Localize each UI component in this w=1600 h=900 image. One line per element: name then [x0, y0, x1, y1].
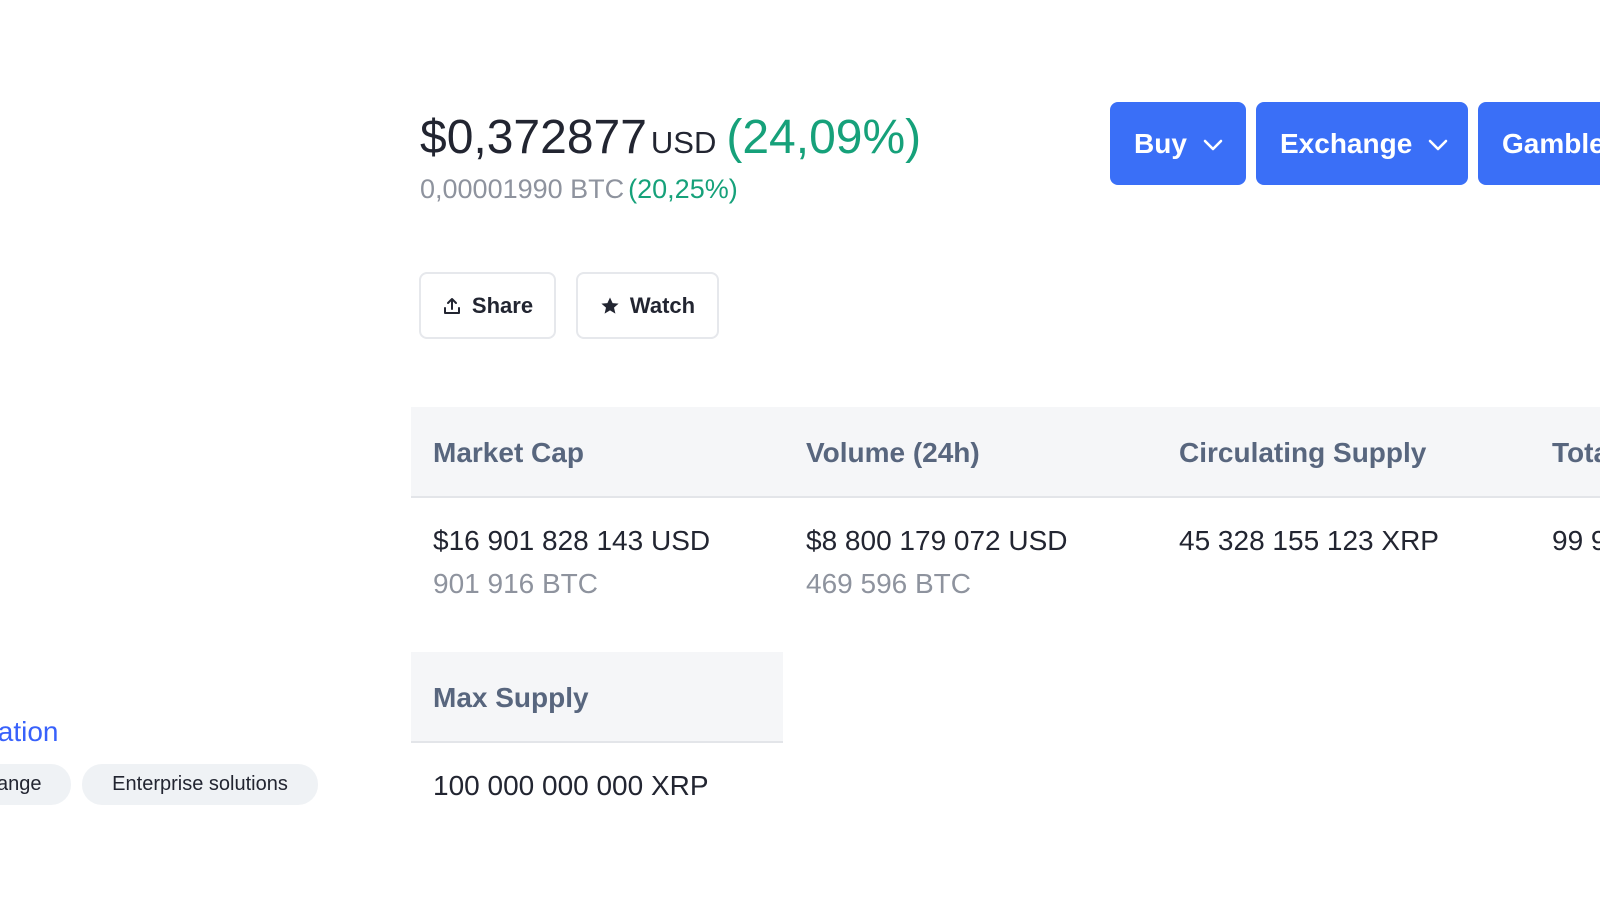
star-icon	[600, 296, 620, 316]
price-currency: USD	[650, 125, 717, 160]
circulating-supply-header: Circulating Supply	[1179, 437, 1427, 468]
share-button[interactable]: Share	[419, 272, 556, 339]
total-supply-header: Tota	[1552, 437, 1600, 468]
buy-button-label: Buy	[1134, 127, 1187, 159]
market-cap-header: Market Cap	[433, 437, 584, 468]
price-usd: $0,372877	[420, 111, 647, 164]
price-btc: 0,00001990 BTC	[420, 174, 625, 204]
tag-enterprise-solutions[interactable]: Enterprise solutions	[82, 764, 318, 805]
max-supply-header: Max Supply	[411, 652, 783, 743]
price-change-btc: (20,25%)	[628, 174, 738, 204]
watch-button-label: Watch	[629, 292, 696, 318]
volume-header: Volume (24h)	[806, 437, 980, 468]
chevron-down-icon	[1428, 126, 1448, 158]
max-supply-value: 100 000 000 000 XRP	[433, 770, 709, 801]
chevron-down-icon	[1203, 126, 1223, 158]
market-cap-btc: 901 916 BTC	[433, 568, 598, 599]
coin-detail-page: $0,372877 USD (24,09%) 0,00001990 BTC (20,2…	[0, 0, 1600, 900]
market-cap-value: $16 901 828 143 USD	[433, 525, 711, 556]
price-change-usd: (24,09%)	[726, 111, 922, 164]
tag-exchange[interactable]: ange	[0, 764, 71, 805]
volume-value: $8 800 179 072 USD	[806, 525, 1068, 556]
buy-button[interactable]: Buy	[1110, 102, 1246, 185]
price-main-row: $0,372877 USD (24,09%)	[420, 108, 921, 168]
max-supply-label: Max Supply	[433, 682, 589, 713]
share-upload-icon	[442, 296, 462, 316]
watch-button[interactable]: Watch	[576, 272, 719, 339]
circulating-supply-value: 45 328 155 123 XRP	[1179, 525, 1439, 556]
volume-btc: 469 596 BTC	[806, 568, 971, 599]
sidebar-documentation-link[interactable]: tation	[0, 716, 59, 748]
gamble-button-label: Gamble	[1502, 127, 1600, 159]
share-button-label: Share	[471, 292, 534, 318]
gamble-button[interactable]: Gamble	[1478, 102, 1600, 185]
price-block: $0,372877 USD (24,09%) 0,00001990 BTC (20,2…	[420, 108, 921, 205]
total-supply-value: 99 9	[1552, 525, 1600, 556]
price-sub-row: 0,00001990 BTC (20,25%)	[420, 174, 921, 205]
exchange-button[interactable]: Exchange	[1256, 102, 1468, 185]
exchange-button-label: Exchange	[1280, 127, 1413, 159]
